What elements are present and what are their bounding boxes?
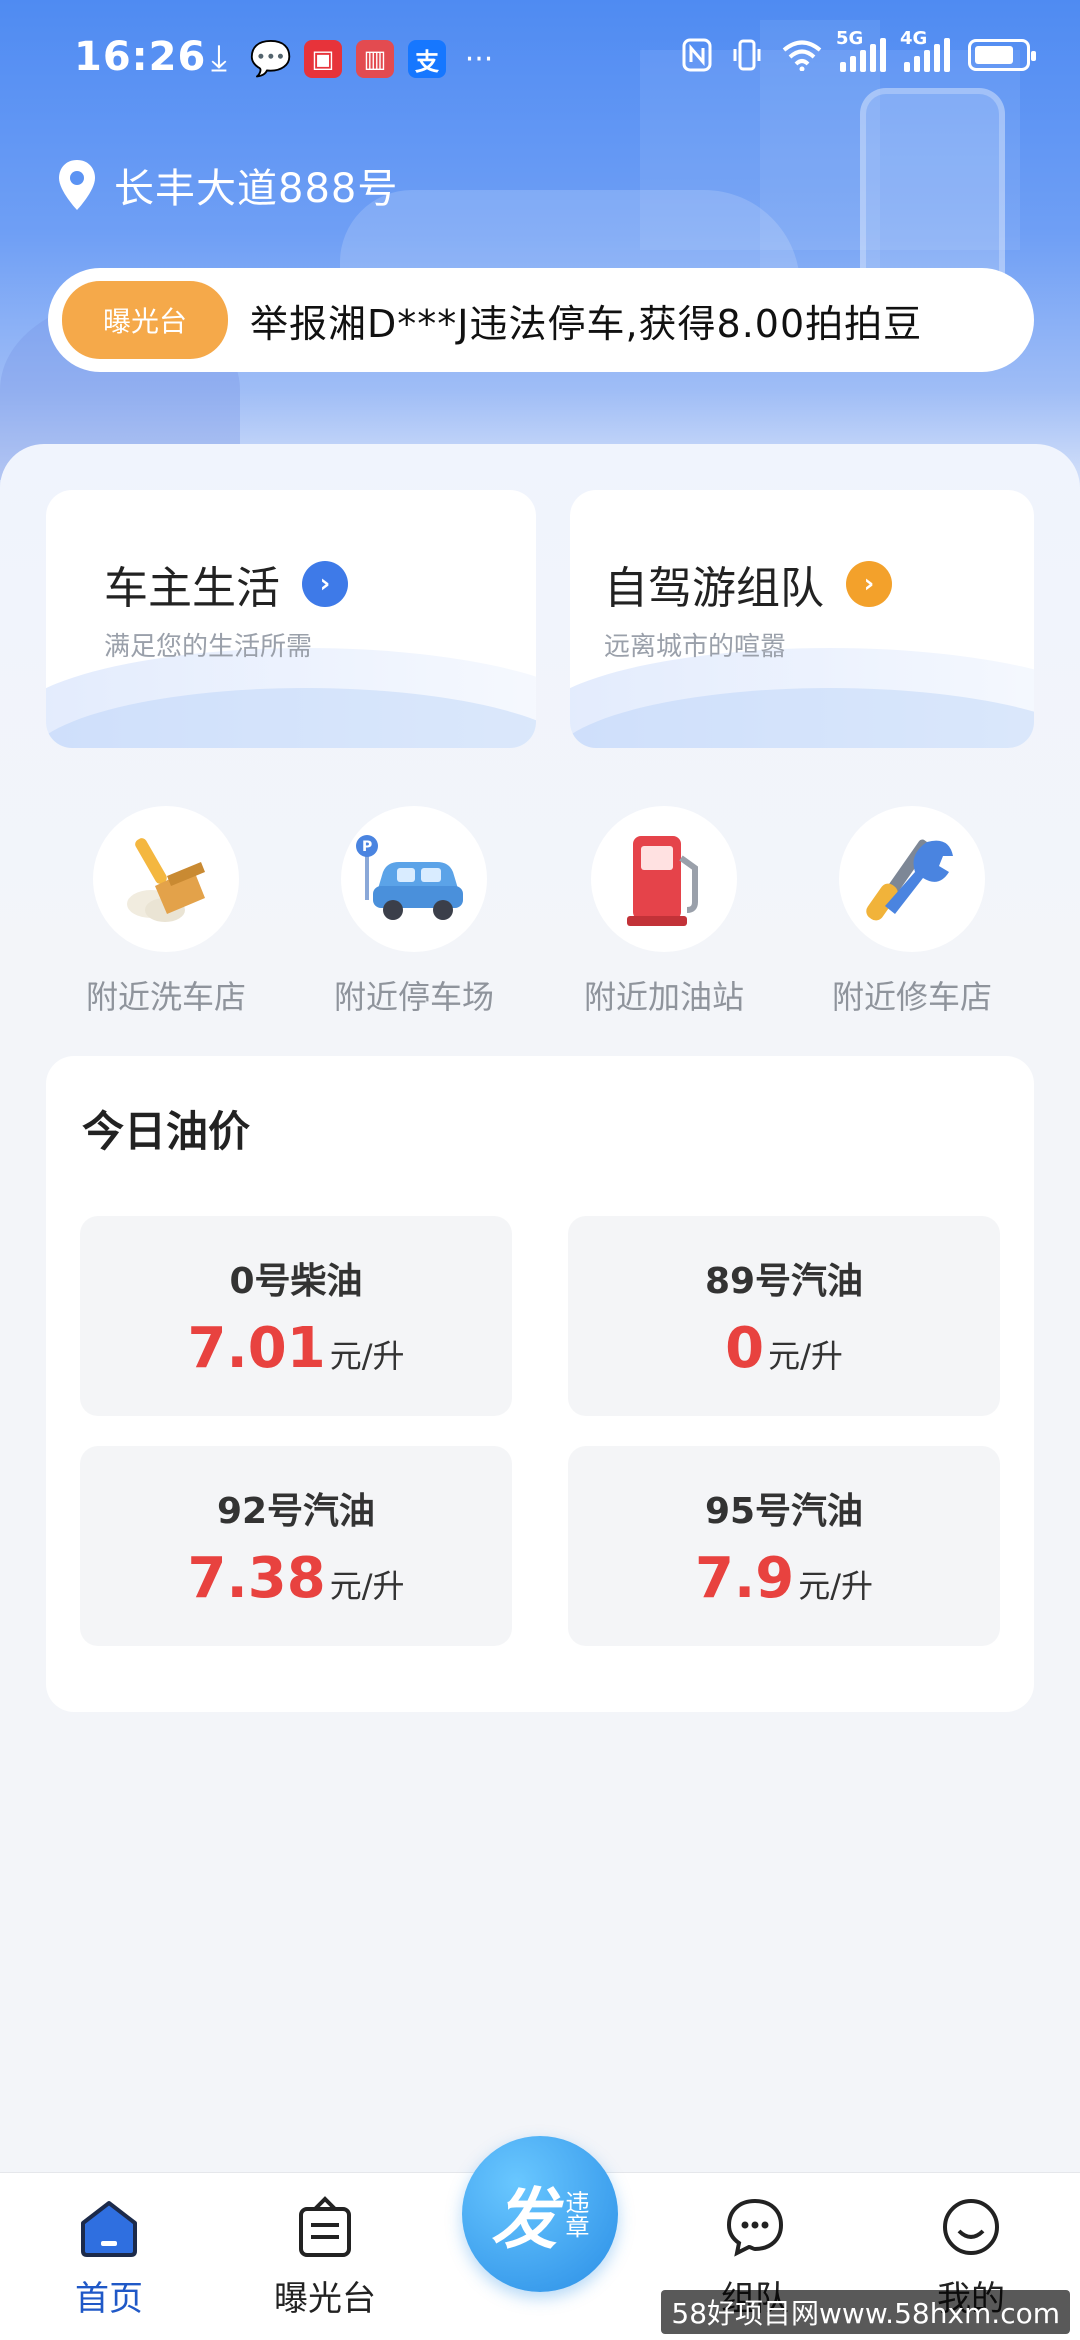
fuel-price: 7.01 元/升 bbox=[80, 1316, 512, 1381]
fuel-name: 89号汽油 bbox=[704, 1261, 864, 1302]
watermark: 58好项目网www.58hxm.com bbox=[661, 2290, 1070, 2334]
section-title: 今日油价 bbox=[82, 1107, 251, 1156]
price-value: 0 bbox=[725, 1316, 765, 1381]
tab-exposure[interactable]: 曝光台 bbox=[250, 2195, 400, 2320]
oil-price-item[interactable]: 89号汽油 0 元/升 bbox=[568, 1216, 1000, 1416]
exposure-badge: 曝光台 bbox=[62, 281, 228, 359]
quick-link-label: 附近停车场 bbox=[333, 978, 494, 1016]
wechat-icon: 💬 bbox=[249, 39, 293, 79]
price-unit: 元/升 bbox=[329, 1567, 405, 1605]
current-address: 长丰大道888号 bbox=[114, 166, 399, 212]
quick-link-label: 附近修车店 bbox=[831, 978, 992, 1016]
quick-link-car-wash[interactable]: 附近洗车店 bbox=[66, 806, 266, 1018]
price-unit: 元/升 bbox=[798, 1567, 873, 1605]
clipboard-icon bbox=[293, 2195, 357, 2259]
signal-4g-icon: 4G bbox=[900, 28, 950, 72]
fuel-price: 7.38 元/升 bbox=[80, 1546, 512, 1611]
card-title-text: 车主生活 bbox=[104, 563, 280, 614]
oil-price-section: 今日油价 0号柴油 7.01 元/升 89号汽油 0 元/升 92号汽油 7.3… bbox=[46, 1056, 1034, 1712]
status-time: 16:26 bbox=[74, 34, 207, 80]
repair-tools-icon bbox=[839, 806, 985, 952]
wifi-icon bbox=[782, 40, 822, 71]
home-icon bbox=[77, 2195, 141, 2259]
download-icon: ⤓ bbox=[211, 38, 227, 79]
oil-price-item[interactable]: 92号汽油 7.38 元/升 bbox=[80, 1446, 512, 1646]
card-title: 自驾游组队 › bbox=[604, 552, 892, 616]
report-violation-button[interactable]: 发 违章 bbox=[462, 2136, 618, 2292]
card-title-text: 自驾游组队 bbox=[604, 563, 824, 614]
price-value: 7.01 bbox=[187, 1316, 326, 1381]
quick-link-label: 附近加油站 bbox=[583, 978, 744, 1016]
fab-main-label: 发 bbox=[491, 2181, 557, 2258]
price-value: 7.38 bbox=[187, 1546, 326, 1611]
quick-link-gas-station[interactable]: 附近加油站 bbox=[564, 806, 764, 1018]
network-5g-label: 5G bbox=[836, 28, 864, 49]
signal-5g-icon: 5G bbox=[836, 28, 886, 72]
system-icons: 5G 4G bbox=[682, 28, 1036, 72]
quick-link-parking[interactable]: P 附近停车场 bbox=[314, 806, 514, 1018]
status-bar: 16:26 ⤓ 💬 ▣ ▥ 支 ··· 5G 4G bbox=[0, 0, 1080, 120]
vibrate-icon bbox=[733, 39, 761, 71]
network-4g-label: 4G bbox=[900, 28, 928, 49]
price-value: 7.9 bbox=[695, 1546, 795, 1611]
fuel-name: 92号汽油 bbox=[216, 1491, 376, 1532]
nfc-icon bbox=[682, 38, 712, 72]
price-unit: 元/升 bbox=[768, 1337, 843, 1375]
smiley-icon bbox=[939, 2195, 1003, 2259]
cloudpay-icon: ▣ bbox=[304, 40, 342, 78]
fuel-price: 0 元/升 bbox=[568, 1316, 1000, 1381]
more-icon: ··· bbox=[464, 41, 494, 77]
location-pin-icon bbox=[59, 160, 95, 210]
oil-price-item[interactable]: 0号柴油 7.01 元/升 bbox=[80, 1216, 512, 1416]
alipay-icon: 支 bbox=[408, 40, 446, 78]
tab-label: 曝光台 bbox=[274, 2279, 376, 2319]
card-owner-life[interactable]: 车主生活 › 满足您的生活所需 bbox=[46, 490, 536, 748]
fuel-price: 7.9 元/升 bbox=[568, 1546, 1000, 1611]
book-icon: ▥ bbox=[356, 40, 394, 78]
ticker-message: 举报湘D***J违法停车,获得8.00拍拍豆 bbox=[250, 301, 923, 346]
tab-home[interactable]: 首页 bbox=[34, 2195, 184, 2320]
tab-label: 首页 bbox=[75, 2279, 143, 2319]
fuel-name: 0号柴油 bbox=[229, 1261, 363, 1302]
svg-text:P: P bbox=[362, 839, 372, 855]
car-wash-broom-icon bbox=[93, 806, 239, 952]
parking-car-icon: P bbox=[341, 806, 487, 952]
fuel-name: 95号汽油 bbox=[704, 1491, 864, 1532]
location-selector[interactable]: 长丰大道888号 bbox=[56, 156, 398, 214]
gas-pump-icon bbox=[591, 806, 737, 952]
card-subtitle: 满足您的生活所需 bbox=[104, 632, 313, 662]
battery-icon bbox=[968, 39, 1036, 71]
card-road-trip-team[interactable]: 自驾游组队 › 远离城市的喧嚣 bbox=[570, 490, 1034, 748]
notification-icons: ⤓ 💬 ▣ ▥ 支 ··· bbox=[200, 38, 498, 79]
oil-price-item[interactable]: 95号汽油 7.9 元/升 bbox=[568, 1446, 1000, 1646]
fab-sub-label: 违章 bbox=[561, 2190, 589, 2238]
card-subtitle: 远离城市的喧嚣 bbox=[604, 632, 787, 662]
chevron-right-icon: › bbox=[846, 561, 892, 607]
chevron-right-icon: › bbox=[302, 561, 348, 607]
card-title: 车主生活 › bbox=[104, 552, 348, 616]
quick-link-label: 附近洗车店 bbox=[85, 978, 246, 1016]
chat-bubble-icon bbox=[723, 2195, 787, 2259]
quick-link-repair-shop[interactable]: 附近修车店 bbox=[812, 806, 1012, 1018]
exposure-ticker[interactable]: 曝光台 举报湘D***J违法停车,获得8.00拍拍豆 bbox=[48, 268, 1034, 372]
price-unit: 元/升 bbox=[329, 1337, 405, 1375]
